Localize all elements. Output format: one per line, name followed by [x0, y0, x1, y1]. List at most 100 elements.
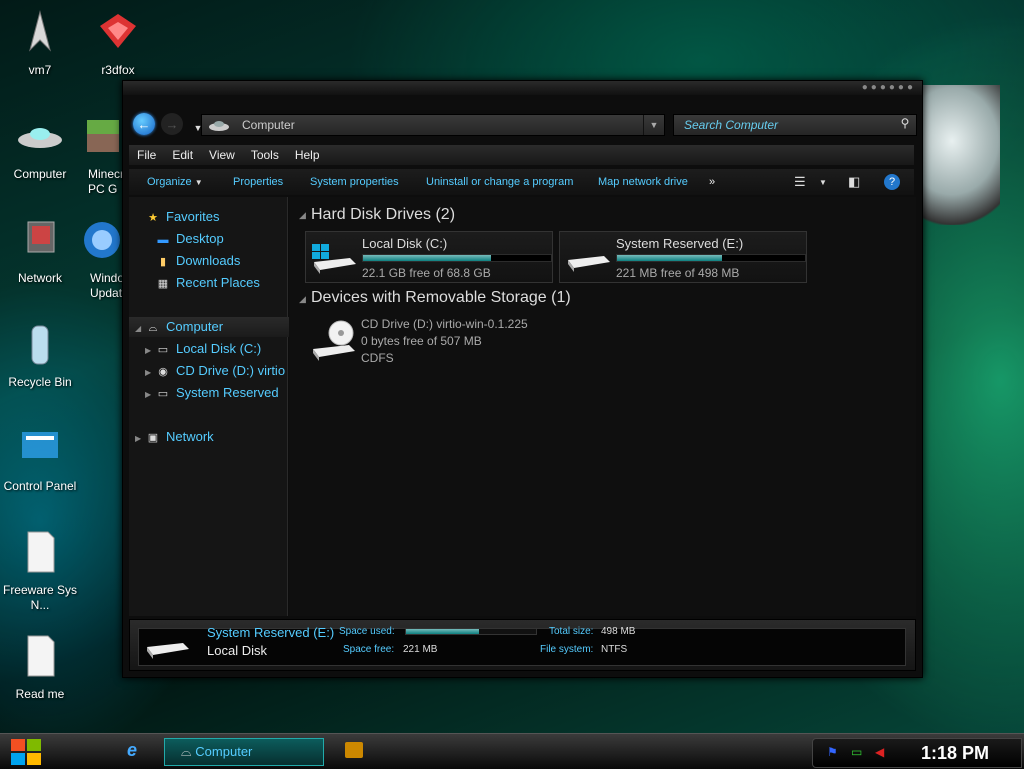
cd-drive-free-space: 0 bytes free of 507 MB [361, 334, 482, 348]
uninstall-program-button[interactable]: Uninstall or change a program [426, 176, 573, 188]
more-commands-button[interactable]: » [709, 176, 715, 188]
star-icon: ★ [148, 212, 158, 224]
drive-tile-system-reserved[interactable]: System Reserved (E:) 221 MB free of 498 … [559, 231, 807, 283]
desktop-icon-minecraft[interactable]: Minecraft PC G [78, 112, 128, 197]
cd-drive-icon [313, 320, 355, 361]
r3dfox-icon [100, 14, 136, 48]
search-icon[interactable]: ⚲ [896, 116, 914, 134]
details-fs-label: File system: [540, 644, 594, 655]
desktop-icon-r3dfox[interactable]: r3dfox [78, 8, 158, 78]
taskbar-item-computer[interactable]: ⌓ Computer [164, 738, 324, 766]
cd-drive-filesystem: CDFS [361, 351, 394, 365]
details-total-size: 498 MB [601, 626, 636, 637]
flag-icon[interactable]: ⚑ [827, 745, 838, 759]
nav-downloads[interactable]: ▮ Downloads [129, 251, 313, 271]
computer-icon: ⌓ [148, 322, 158, 334]
help-icon[interactable]: ? [884, 174, 900, 190]
nav-favorites[interactable]: ★ Favorites [129, 207, 303, 227]
desktop-icon-readme[interactable]: Read me [0, 632, 80, 702]
group-header-removable[interactable]: Devices with Removable Storage (1) [311, 289, 571, 307]
collapsed-arrow-icon: ▶ [145, 390, 152, 399]
preview-pane-icon[interactable]: ◧ [848, 174, 860, 190]
drive-icon: ▭ [157, 344, 169, 356]
collapse-group-icon[interactable]: ◢ [299, 210, 306, 221]
drive-free-space: 221 MB free of 498 MB [616, 266, 740, 280]
cd-drive-icon: ◉ [158, 366, 168, 378]
collapsed-arrow-icon: ▶ [135, 434, 142, 443]
minecraft-icon [87, 120, 119, 152]
collapsed-arrow-icon: ▶ [145, 346, 152, 355]
address-dropdown-button[interactable]: ▼ [643, 115, 664, 135]
computer-icon [18, 128, 62, 148]
details-drive-type: Local Disk [207, 643, 267, 658]
control-panel-icon [22, 432, 58, 458]
volume-muted-icon[interactable]: ◀ [875, 745, 884, 759]
desktop-icon-control-panel[interactable]: Control Panel [0, 424, 80, 494]
details-usage-fill [406, 629, 479, 634]
drive-usage-bar [616, 254, 806, 262]
title-bar-grip-icon: ●●●●●● [861, 82, 916, 93]
desktop-icon-freeware[interactable]: Freeware Sys N... [0, 528, 80, 613]
drive-tile-cd[interactable]: CD Drive (D:) virtio-win-0.1.225 0 bytes… [305, 317, 585, 373]
drive-name: System Reserved (E:) [616, 236, 744, 251]
back-button[interactable]: ← [133, 113, 155, 135]
arrow-right-icon: → [165, 116, 179, 132]
properties-button[interactable]: Properties [233, 176, 283, 188]
nav-recent-places[interactable]: ▦ Recent Places [129, 273, 313, 293]
desktop-icon-network[interactable]: Network [0, 216, 80, 286]
menu-view[interactable]: View [201, 145, 243, 162]
menu-help[interactable]: Help [287, 145, 328, 162]
media-player-icon[interactable] [345, 742, 363, 758]
desktop-icon-recycle-bin[interactable]: Recycle Bin [0, 320, 80, 390]
forward-button[interactable]: → [161, 113, 183, 135]
arrow-left-icon: ← [137, 116, 151, 132]
details-drive-name: System Reserved (E:) [207, 625, 335, 640]
drive-icon: ▭ [157, 388, 169, 400]
title-bar[interactable]: ●●●●●● [123, 81, 922, 95]
desktop-icon: ▬ [157, 234, 169, 246]
address-text: Computer [242, 118, 295, 132]
change-view-icon[interactable]: ☰ [794, 174, 806, 190]
system-properties-button[interactable]: System properties [310, 176, 399, 188]
search-input[interactable]: Search Computer [684, 118, 778, 132]
nav-network[interactable]: ▶ ▣ Network [129, 427, 293, 447]
network-tray-icon[interactable]: ▭ [851, 745, 862, 759]
computer-icon [209, 121, 229, 131]
content-pane: ◢ Hard Disk Drives (2) Local Disk (C:) 2… [289, 197, 916, 616]
map-network-drive-button[interactable]: Map network drive [598, 176, 688, 188]
details-usage-bar [405, 628, 537, 635]
group-header-hard-disks[interactable]: Hard Disk Drives (2) [311, 206, 455, 224]
cd-drive-name: CD Drive (D:) virtio-win-0.1.225 [361, 317, 528, 331]
search-box[interactable]: Search Computer ⚲ [673, 114, 917, 136]
menu-bar: File Edit View Tools Help [129, 145, 914, 165]
starfleet-icon [29, 10, 51, 52]
menu-file[interactable]: File [129, 145, 164, 162]
desktop-icon-computer[interactable]: Computer [0, 112, 80, 182]
menu-edit[interactable]: Edit [164, 145, 201, 162]
view-dropdown-icon[interactable]: ▼ [819, 178, 827, 187]
command-bar: Organize ▼ Properties System properties … [129, 169, 914, 195]
collapse-group-icon[interactable]: ◢ [299, 294, 306, 305]
clock[interactable]: 1:18 PM [921, 743, 989, 764]
internet-explorer-icon[interactable]: e [118, 740, 146, 764]
start-button[interactable] [8, 737, 44, 767]
nav-cd-drive[interactable]: ▶ ◉ CD Drive (D:) virtio [129, 361, 303, 381]
menu-tools[interactable]: Tools [243, 145, 287, 162]
address-bar[interactable]: Computer ▼ [201, 114, 665, 136]
details-pane: System Reserved (E:) Local Disk Space us… [129, 619, 916, 671]
recent-places-icon: ▦ [157, 278, 169, 290]
nav-local-disk[interactable]: ▶ ▭ Local Disk (C:) [129, 339, 303, 359]
nav-system-reserved[interactable]: ▶ ▭ System Reserved [129, 383, 303, 403]
details-fs: NTFS [601, 644, 628, 655]
desktop-icon-windows-update[interactable]: Windows Update [78, 216, 122, 301]
recycle-bin-icon [31, 325, 49, 365]
organize-button[interactable]: Organize ▼ [147, 176, 203, 188]
details-inner: System Reserved (E:) Local Disk Space us… [138, 625, 906, 666]
nav-computer[interactable]: ◢ ⌓ Computer [129, 317, 293, 337]
drive-tile-local-disk[interactable]: Local Disk (C:) 22.1 GB free of 68.8 GB [305, 231, 553, 283]
downloads-icon: ▮ [159, 256, 167, 268]
desktop-icon-vm7[interactable]: vm7 [0, 8, 80, 78]
details-space-used-label: Space used: [339, 626, 395, 637]
expanded-arrow-icon: ◢ [135, 324, 142, 333]
nav-desktop[interactable]: ▬ Desktop [129, 229, 313, 249]
